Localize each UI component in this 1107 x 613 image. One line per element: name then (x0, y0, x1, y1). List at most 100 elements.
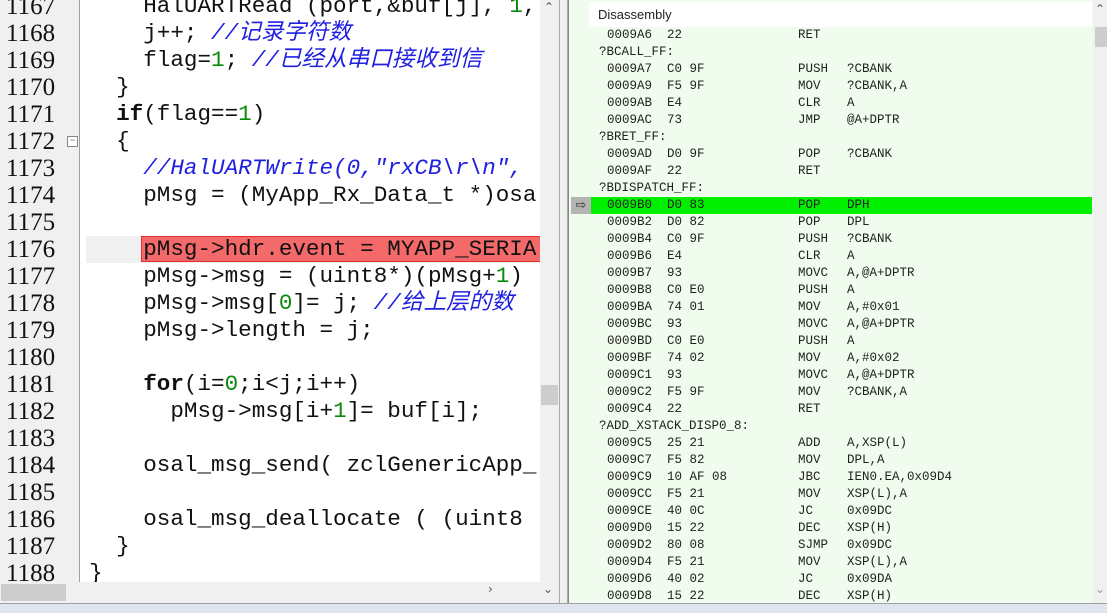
disassembly-label[interactable]: ?BDISPATCH_FF: (591, 180, 1092, 197)
address: 0009BA (607, 300, 653, 314)
scroll-right-arrow-icon[interactable]: › (488, 582, 493, 596)
disassembly-label[interactable]: ?BRET_FF: (591, 129, 1092, 146)
pane-splitter[interactable] (559, 0, 568, 603)
opcode-bytes: C0 E0 (667, 334, 705, 348)
line-number: 1186 (6, 506, 56, 533)
code-line: pMsg->hdr.event = MYAPP_SERIA (89, 236, 536, 263)
disassembly-row[interactable]: 0009B4 C0 9F PUSH ?CBANK (591, 231, 1092, 248)
opcode-bytes: C0 9F (667, 232, 705, 246)
disassembly-row[interactable]: 0009CC F5 21 MOV XSP(L),A (591, 486, 1092, 503)
disassembly-row[interactable]: 0009D4 F5 21 MOV XSP(L),A (591, 554, 1092, 571)
scroll-down-arrow-icon[interactable]: ⌄ (543, 582, 553, 596)
opcode-bytes: 25 21 (667, 436, 705, 450)
code-token: ]= buf[i]; (346, 398, 483, 424)
address: 0009D2 (607, 538, 653, 552)
disassembly-vertical-scrollbar[interactable]: ⌃ ⌄ (1093, 0, 1107, 603)
code-token: ;i<j;i++) (238, 371, 361, 397)
address: 0009A6 (607, 28, 653, 42)
operands: 0x09DC (847, 538, 893, 552)
code-line: //HalUARTWrite(0,"rxCB\r\n", (89, 155, 523, 182)
mnemonic: PUSH (798, 283, 829, 297)
code-line: osal_msg_deallocate ( (uint8 (89, 506, 523, 533)
editor-vertical-scroll-thumb[interactable] (541, 385, 558, 405)
line-number: 1179 (6, 317, 56, 344)
disassembly-row[interactable]: 0009BF 74 02 MOV A,#0x02 (591, 350, 1092, 367)
scroll-down-arrow-icon[interactable]: ⌄ (1095, 582, 1105, 596)
address: 0009CE (607, 504, 653, 518)
editor-vertical-scrollbar[interactable]: ⌃ (540, 0, 559, 600)
code-token: (flag== (143, 101, 239, 127)
disassembly-row[interactable]: 0009A7 C0 9F PUSH ?CBANK (591, 61, 1092, 78)
address: 0009AF (607, 164, 653, 178)
disassembly-window[interactable]: Disassembly 0009A6 22 RET ?BCALL_FF: 0009A7 C… (568, 0, 1107, 603)
opcode-bytes: F5 9F (667, 79, 705, 93)
mnemonic: SJMP (798, 538, 829, 552)
disassembly-row[interactable]: 0009CE 40 0C JC 0x09DC (591, 503, 1092, 520)
line-number: 1174 (6, 182, 56, 209)
disassembly-row[interactable]: 0009AC 73 JMP @A+DPTR (591, 112, 1092, 129)
code-token: pMsg->msg[ (89, 290, 279, 316)
mnemonic: MOVC (798, 266, 829, 280)
mnemonic: MOV (798, 453, 821, 467)
disassembly-label[interactable]: ?BCALL_FF: (591, 44, 1092, 61)
disassembly-row[interactable]: 0009C9 10 AF 08 JBC IEN0.EA,0x09D4 (591, 469, 1092, 486)
disassembly-row[interactable]: 0009A9 F5 9F MOV ?CBANK,A (591, 78, 1092, 95)
address: 0009B2 (607, 215, 653, 229)
disassembly-row[interactable]: 0009C7 F5 82 MOV DPL,A (591, 452, 1092, 469)
mnemonic: MOVC (798, 368, 829, 382)
disassembly-row[interactable]: 0009AD D0 9F POP ?CBANK (591, 146, 1092, 163)
line-number: 1171 (6, 101, 56, 128)
opcode-bytes: 73 (667, 113, 683, 127)
disassembly-scroll-thumb[interactable] (1095, 27, 1107, 47)
address: 0009AC (607, 113, 653, 127)
line-number: 1170 (6, 74, 56, 101)
line-number: 1167 (6, 0, 56, 20)
disassembly-row[interactable]: 0009D0 15 22 DEC XSP(H) (591, 520, 1092, 537)
mnemonic: PUSH (798, 62, 829, 76)
disassembly-row[interactable]: 0009BC 93 MOVC A,@A+DPTR (591, 316, 1092, 333)
disassembly-row[interactable]: 0009D6 40 02 JC 0x09DA (591, 571, 1092, 588)
disassembly-row[interactable]: 0009C2 F5 9F MOV ?CBANK,A (591, 384, 1092, 401)
fold-toggle-icon[interactable]: − (67, 136, 78, 147)
mnemonic: RET (798, 164, 821, 178)
disassembly-row[interactable]: 0009D2 80 08 SJMP 0x09DC (591, 537, 1092, 554)
editor-horizontal-scrollbar[interactable]: › (0, 582, 540, 600)
disassembly-row[interactable]: 0009BA 74 01 MOV A,#0x01 (591, 299, 1092, 316)
disassembly-row[interactable]: 0009C4 22 RET (591, 401, 1092, 418)
opcode-bytes: D0 82 (667, 215, 705, 229)
code-token-num: 1 (333, 398, 347, 424)
disassembly-row[interactable]: 0009B0 D0 83 POP DPH (591, 197, 1092, 214)
code-token: (i= (183, 371, 225, 397)
operands: XSP(H) (847, 521, 893, 535)
operands: IEN0.EA,0x09D4 (847, 470, 953, 484)
disassembly-row[interactable]: 0009C5 25 21 ADD A,XSP(L) (591, 435, 1092, 452)
code-token: ) (251, 101, 266, 127)
operands: A,XSP(L) (847, 436, 908, 450)
disassembly-label[interactable]: ?ADD_XSTACK_DISP0_8: (591, 418, 1092, 435)
disassembly-row[interactable]: 0009AF 22 RET (591, 163, 1092, 180)
disassembly-row[interactable]: 0009AB E4 CLR A (591, 95, 1092, 112)
operands: XSP(L),A (847, 555, 908, 569)
code-token-cmt: //给上层的数 (373, 290, 514, 316)
scroll-up-arrow-icon[interactable]: ⌃ (1095, 2, 1105, 16)
code-line: flag=1; //已经从串口接收到信 (89, 47, 482, 74)
disassembly-row[interactable]: 0009B7 93 MOVC A,@A+DPTR (591, 265, 1092, 282)
line-number: 1169 (6, 47, 56, 74)
address: 0009C9 (607, 470, 653, 484)
disassembly-row[interactable]: 0009B2 D0 82 POP DPL (591, 214, 1092, 231)
operands: DPH (847, 198, 870, 212)
disassembly-row[interactable]: 0009BD C0 E0 PUSH A (591, 333, 1092, 350)
scroll-up-arrow-icon[interactable]: ⌃ (544, 0, 554, 14)
disassembly-gutter (569, 27, 591, 603)
editor-horizontal-scroll-thumb[interactable] (1, 584, 66, 601)
opcode-bytes: 93 (667, 266, 683, 280)
address: 0009D6 (607, 572, 653, 586)
disassembly-row[interactable]: 0009B8 C0 E0 PUSH A (591, 282, 1092, 299)
source-editor[interactable]: HalUARTRead (port,&buf[j], 1, j++; //记录字… (0, 0, 540, 582)
disassembly-row[interactable]: 0009A6 22 RET (591, 27, 1092, 44)
disassembly-row[interactable]: 0009B6 E4 CLR A (591, 248, 1092, 265)
disassembly-row[interactable]: 0009C1 93 MOVC A,@A+DPTR (591, 367, 1092, 384)
code-token-kw: if (116, 101, 144, 127)
